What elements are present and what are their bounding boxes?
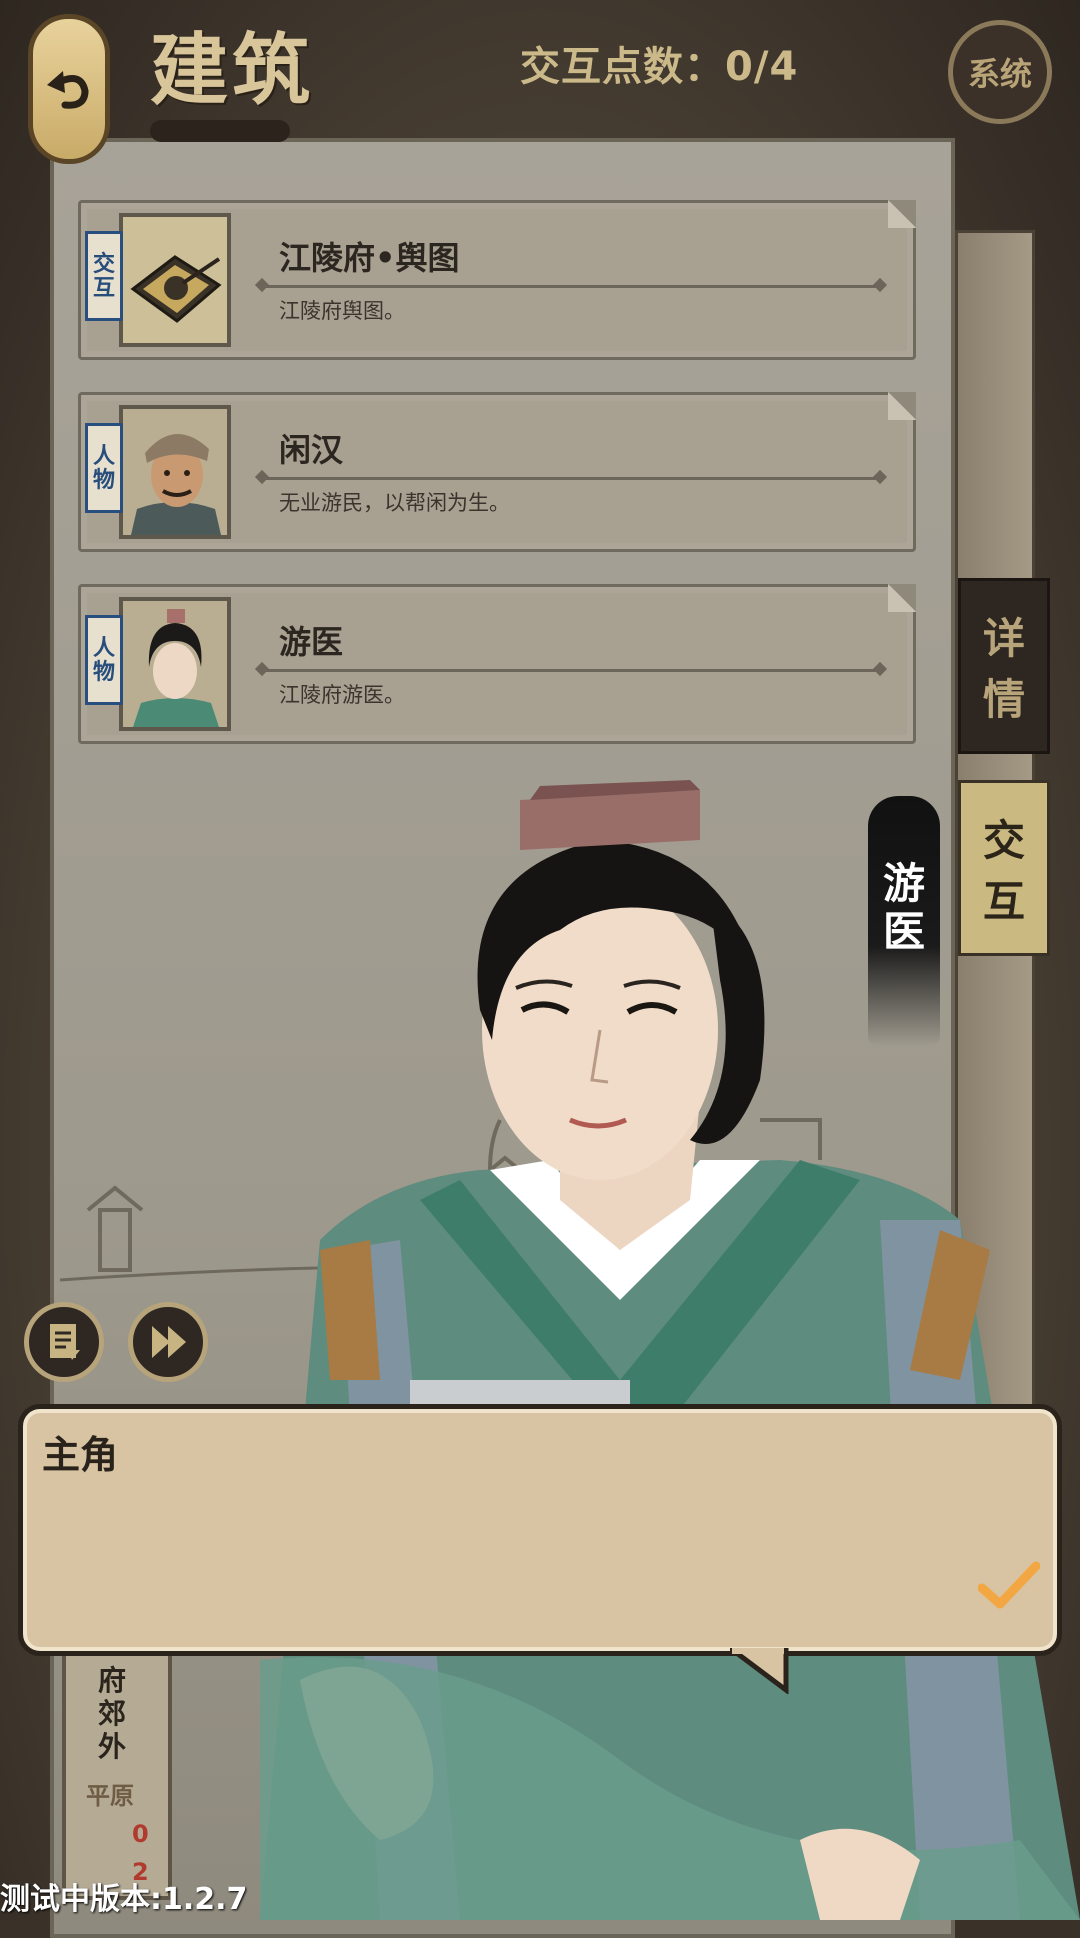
back-arrow-icon (47, 71, 89, 109)
card-name: 游医 (279, 623, 344, 661)
tab-char: 情 (982, 675, 1025, 724)
tag-char: 物 (92, 659, 115, 685)
location-char: 府 (97, 1664, 126, 1697)
list-item[interactable]: 交 互 江陵府•舆图 江陵府舆图。 (78, 200, 916, 360)
location-char: 外 (97, 1730, 126, 1764)
check-icon[interactable] (978, 1558, 1040, 1610)
card-type-tag: 交 互 (85, 231, 123, 321)
tag-char: 人 (92, 442, 115, 469)
list-item[interactable]: 人 物 闲汉 无业游民，以帮闲为生。 (78, 392, 916, 552)
count-1: 0 (132, 1820, 149, 1848)
fast-forward-icon (152, 1326, 186, 1358)
title-underline (150, 120, 290, 142)
tag-char: 物 (92, 467, 115, 493)
card-name: 江陵府•舆图 (279, 239, 460, 277)
tab-char: 互 (982, 877, 1025, 926)
doctor-portrait (119, 597, 231, 731)
tab-interact[interactable]: 交 互 (958, 780, 1050, 956)
interaction-points: 交互点数：0/4 (520, 44, 799, 90)
card-type-tag: 人 物 (85, 423, 123, 513)
divider (261, 669, 881, 672)
page-corner (888, 392, 916, 420)
character-portrait-doctor (260, 780, 1080, 1920)
divider (261, 477, 881, 480)
card-type-tag: 人 物 (85, 615, 123, 705)
location-name: 府 郊 外 (92, 1664, 132, 1763)
page-corner (888, 584, 916, 612)
tag-char: 互 (92, 275, 115, 301)
card-description: 江陵府舆图。 (279, 299, 405, 323)
terrain-label: 平原 (86, 1782, 134, 1810)
location-char: 郊 (97, 1697, 126, 1731)
tab-char: 交 (982, 816, 1025, 865)
system-button[interactable]: 系统 (948, 20, 1052, 124)
tag-char: 交 (92, 250, 115, 277)
dialog-box[interactable] (18, 1404, 1062, 1656)
name-char: 游 (882, 859, 925, 908)
idler-portrait (119, 405, 231, 539)
character-name: 游 医 (868, 859, 940, 957)
tab-detail[interactable]: 详 情 (958, 578, 1050, 754)
log-button[interactable] (24, 1302, 104, 1382)
list-item[interactable]: 人 物 游医 江陵府游医。 (78, 584, 916, 744)
location-panel[interactable]: 府 郊 外 平原 0 2 (62, 1640, 172, 1900)
page-title: 建筑 (150, 25, 315, 116)
dialog-tail (730, 1648, 789, 1694)
page-corner (888, 200, 916, 228)
card-name: 闲汉 (279, 431, 344, 469)
log-icon (50, 1324, 80, 1360)
divider (261, 285, 881, 288)
card-description: 江陵府游医。 (279, 683, 405, 707)
fast-forward-button[interactable] (128, 1302, 208, 1382)
speaker-name: 主角 (42, 1433, 119, 1477)
tag-char: 人 (92, 634, 115, 661)
version-label: 测试中版本:1.2.7 (0, 1882, 248, 1917)
name-char: 医 (882, 907, 925, 957)
back-button[interactable] (28, 14, 110, 164)
card-description: 无业游民，以帮闲为生。 (279, 491, 510, 515)
tab-char: 详 (982, 614, 1025, 663)
top-bar: 建筑 交互点数：0/4 系统 (0, 0, 1080, 164)
map-board-icon (119, 213, 231, 347)
